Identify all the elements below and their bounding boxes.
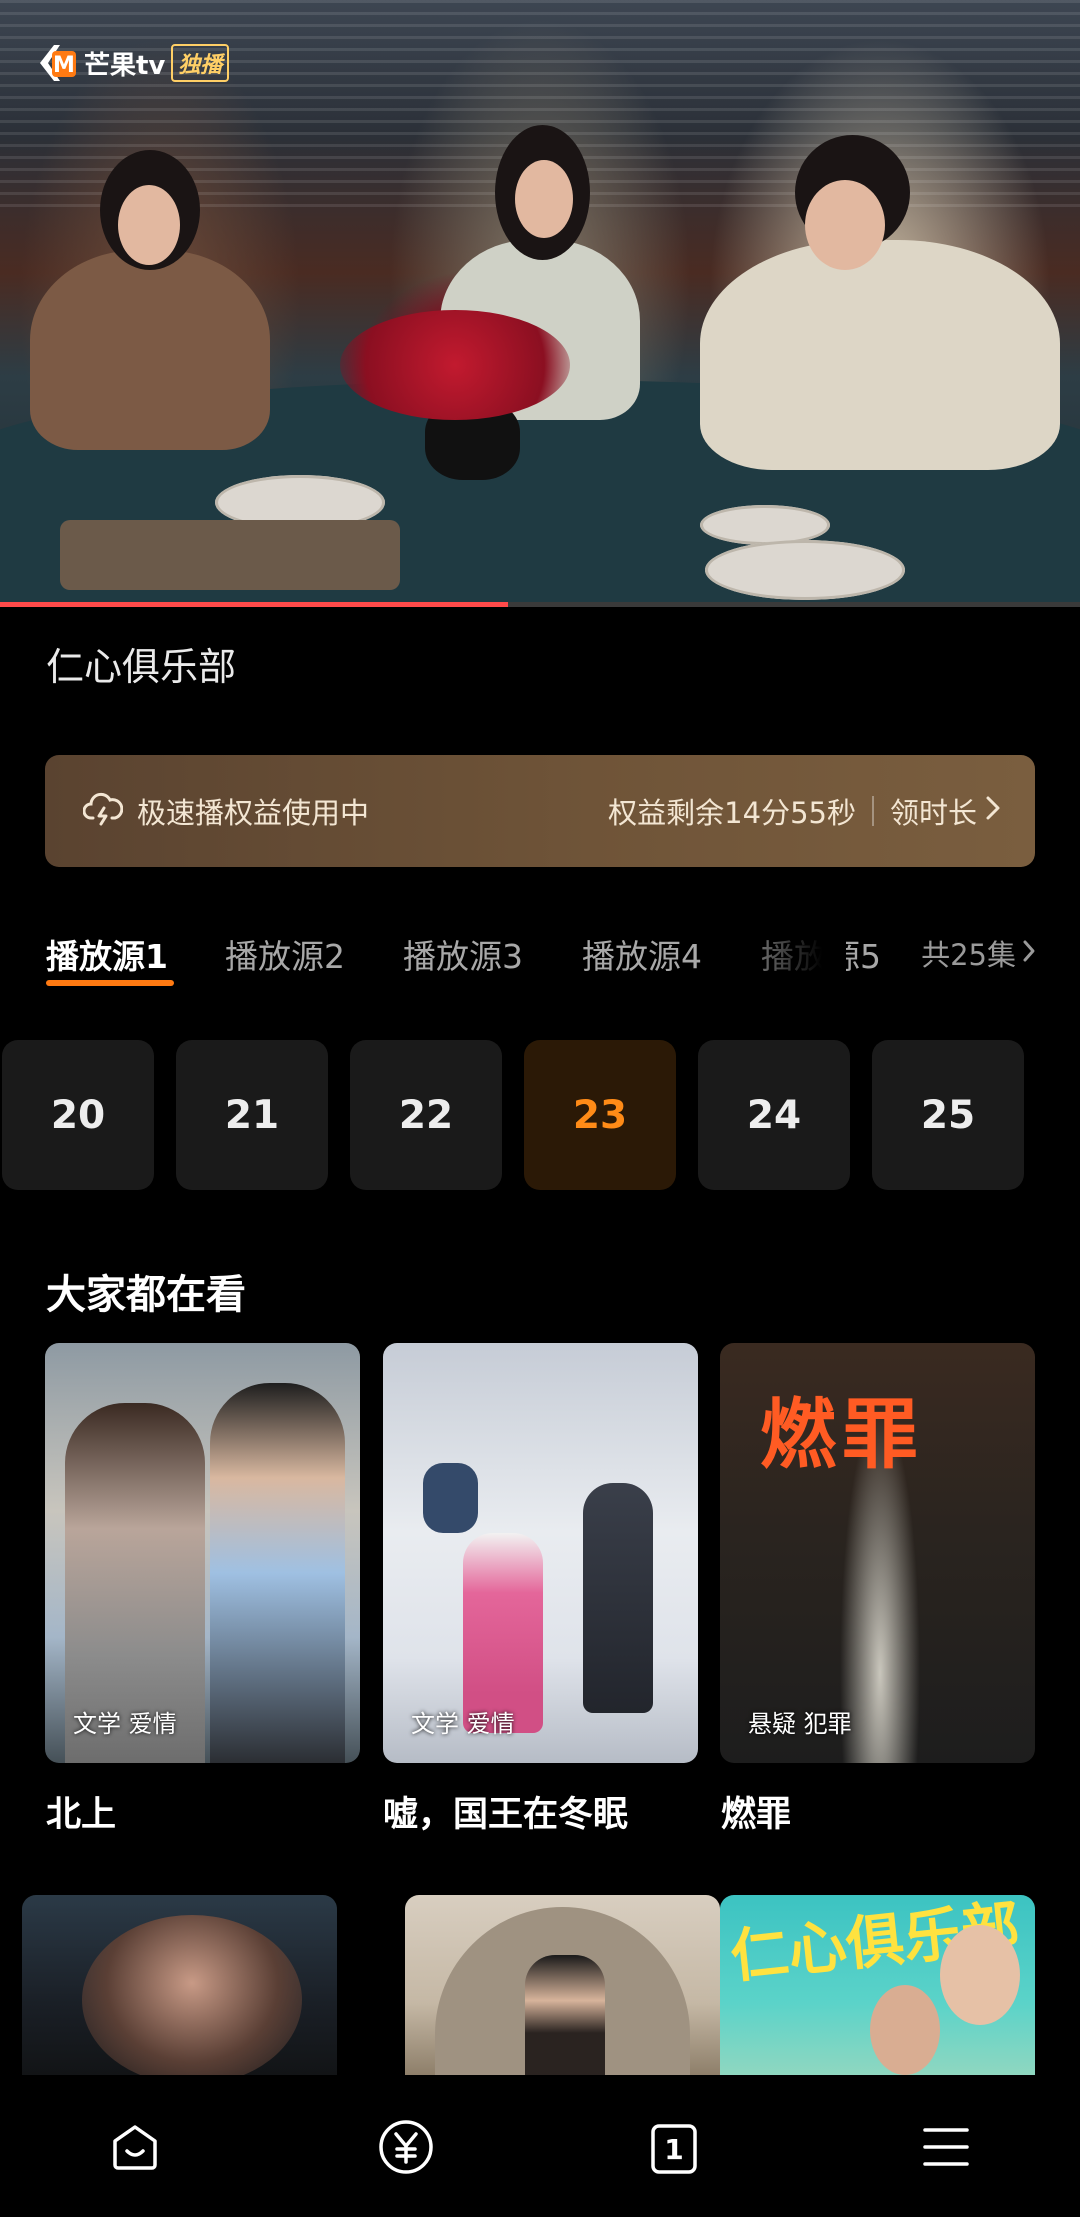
poster-person [583, 1483, 653, 1713]
episode-button[interactable]: 20 [2, 1040, 154, 1190]
episode-total-button[interactable]: 共25集 [921, 932, 1036, 974]
episode-button[interactable]: 22 [350, 1040, 502, 1190]
person-right-face [805, 180, 885, 270]
mango-logo-icon: M [38, 43, 78, 83]
playback-progress[interactable] [0, 602, 1080, 607]
remaining-time: 权益剩余14分55秒 [608, 796, 856, 830]
recommend-card-poster[interactable]: 仁心俱乐部 [720, 1895, 1035, 2075]
plate [705, 540, 905, 600]
recommend-card-poster[interactable]: 燃罪 悬疑 犯罪 [720, 1343, 1035, 1763]
plate [700, 505, 830, 545]
tab-source-2[interactable]: 播放源2 [225, 930, 345, 978]
episode-button[interactable]: 21 [176, 1040, 328, 1190]
tabs-icon: 1 [647, 2122, 701, 2176]
chevron-right-icon [985, 794, 1001, 828]
section-title: 大家都在看 [46, 1272, 246, 1318]
plate [60, 520, 400, 590]
speed-play-banner[interactable]: 极速播权益使用中 权益剩余14分55秒 领时长 [45, 755, 1035, 867]
flower-bouquet [340, 310, 570, 420]
recommend-card-poster[interactable]: 文学 爱情 [383, 1343, 698, 1763]
wallet-button[interactable] [376, 2119, 436, 2179]
poster-person [82, 1915, 302, 2075]
menu-button[interactable] [915, 2119, 975, 2179]
person-center-face [515, 160, 573, 238]
chevron-right-icon [1022, 936, 1036, 970]
bottom-nav: 1 [0, 2075, 1080, 2217]
episode-button-current[interactable]: 23 [524, 1040, 676, 1190]
tab-fade-overlay [726, 930, 846, 986]
tab-count: 1 [664, 2132, 684, 2166]
poster-person [525, 1955, 605, 2075]
claim-time-label: 领时长 [889, 796, 977, 830]
exclusive-badge: 独播 [171, 44, 230, 82]
person-right [700, 240, 1060, 470]
playback-progress-fill [0, 602, 508, 607]
mango-tv-logo: M 芒果tv 独播 [38, 40, 230, 86]
yuan-icon [377, 2118, 435, 2180]
poster-person [210, 1383, 345, 1763]
divider [871, 796, 874, 826]
genre-tag: 文学 爱情 [411, 1710, 515, 1738]
recommend-card-poster[interactable] [22, 1895, 337, 2075]
recommend-card-title[interactable]: 北上 [46, 1786, 116, 1837]
cloud-lightning-icon [82, 790, 124, 833]
person-left-face [118, 185, 180, 265]
poster-person [940, 1925, 1020, 2025]
claim-time-button[interactable]: 领时长 [890, 790, 1001, 832]
recommend-card-title[interactable]: 嘘，国王在冬眠 [383, 1786, 628, 1837]
recommend-card-poster[interactable] [405, 1895, 720, 2075]
poster-person [463, 1533, 543, 1733]
episode-total-label: 共25集 [921, 938, 1016, 972]
episode-list: 20 21 22 23 24 25 [2, 1040, 1062, 1190]
person-left [30, 250, 270, 450]
logo-text: 芒果tv [84, 50, 166, 81]
tab-source-3[interactable]: 播放源3 [403, 930, 523, 978]
show-title: 仁心俱乐部 [46, 645, 237, 689]
poster-title-art: 燃罪 [760, 1390, 924, 1479]
menu-icon [917, 2122, 973, 2176]
tabs-button[interactable]: 1 [644, 2119, 704, 2179]
tab-source-4[interactable]: 播放源4 [582, 930, 702, 978]
episode-button[interactable]: 24 [698, 1040, 850, 1190]
tab-source-1[interactable]: 播放源1 [46, 930, 168, 978]
genre-tag: 悬疑 犯罪 [748, 1710, 852, 1738]
active-tab-underline [46, 980, 174, 986]
genre-tag: 文学 爱情 [73, 1710, 177, 1738]
recommend-card-title[interactable]: 燃罪 [721, 1786, 791, 1837]
home-icon [107, 2119, 163, 2179]
poster-person [423, 1463, 478, 1533]
home-button[interactable] [105, 2119, 165, 2179]
video-player[interactable]: M 芒果tv 独播 [0, 0, 1080, 607]
episode-button[interactable]: 25 [872, 1040, 1024, 1190]
speed-play-label: 极速播权益使用中 [137, 796, 370, 830]
source-tabs: 播放源1 播放源2 播放源3 播放源4 播放源5 共25集 [46, 930, 1036, 990]
recommend-card-poster[interactable]: 文学 爱情 [45, 1343, 360, 1763]
poster-person [870, 1985, 940, 2075]
svg-text:M: M [53, 53, 75, 78]
